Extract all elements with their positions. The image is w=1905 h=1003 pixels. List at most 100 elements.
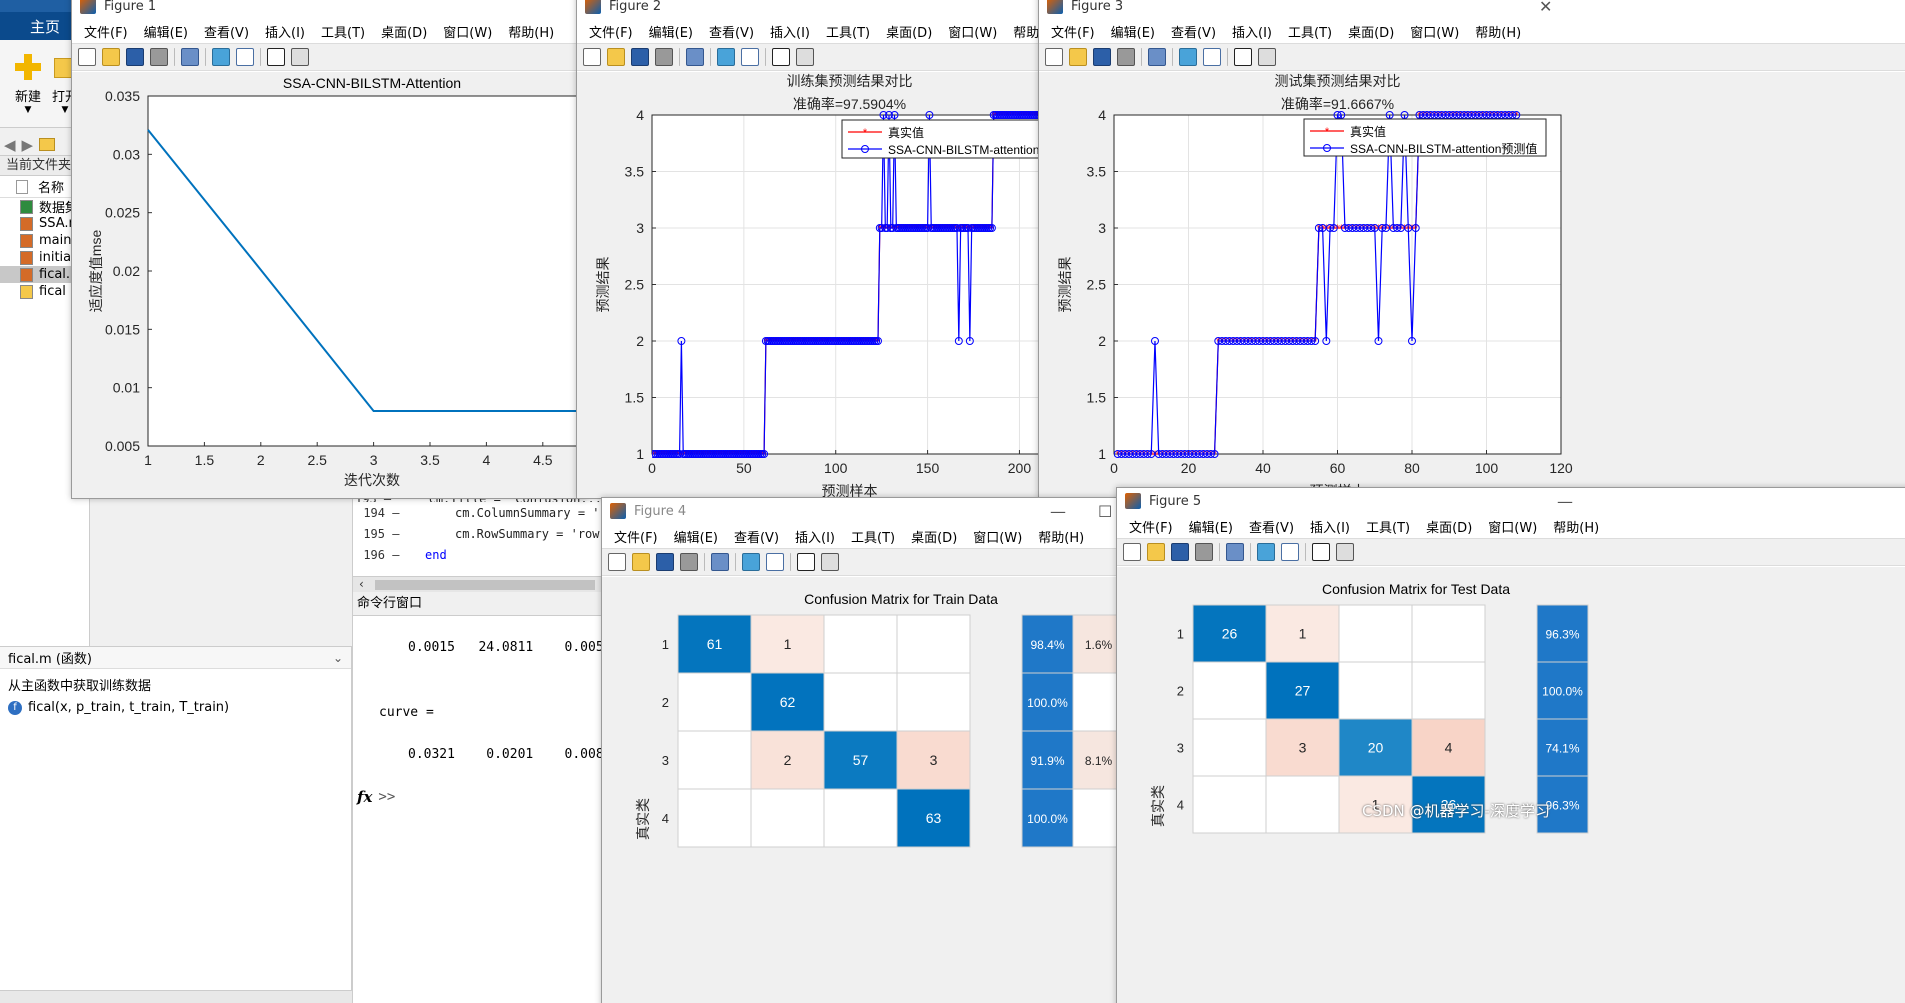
new-file-icon[interactable]: [608, 553, 626, 571]
print-icon[interactable]: [680, 553, 698, 571]
editor-line[interactable]: 196 — end: [353, 544, 602, 565]
menu-item[interactable]: 文件(F): [1121, 517, 1181, 536]
menu-item[interactable]: 编辑(E): [1103, 22, 1163, 41]
minimize-icon[interactable]: —: [1557, 492, 1573, 511]
legend-icon[interactable]: [236, 48, 254, 66]
pointer-icon[interactable]: [1312, 543, 1330, 561]
legend-icon[interactable]: [1203, 48, 1221, 66]
menu-item[interactable]: 窗口(W): [940, 22, 1005, 41]
menu-item[interactable]: 编辑(E): [641, 22, 701, 41]
save-icon[interactable]: [656, 553, 674, 571]
figure-2-window[interactable]: Figure 2 文件(F) 编辑(E) 查看(V) 插入(I) 工具(T) 桌面(D) 窗…: [576, 0, 1046, 499]
print-icon[interactable]: [1195, 543, 1213, 561]
figure-5-titlebar[interactable]: Figure 5 —: [1117, 488, 1905, 514]
menu-item[interactable]: 工具(T): [843, 527, 903, 546]
figure-4-titlebar[interactable]: Figure 4 — ☐: [602, 498, 1130, 524]
menu-item[interactable]: 查看(V): [196, 22, 257, 41]
menu-item[interactable]: 帮助(H): [500, 22, 562, 41]
zoom-icon[interactable]: [1148, 48, 1166, 66]
minimize-icon[interactable]: —: [1050, 502, 1066, 521]
menu-item[interactable]: 插入(I): [1224, 22, 1280, 41]
forward-arrow-icon[interactable]: ▶: [22, 136, 34, 154]
new-file-icon[interactable]: [1045, 48, 1063, 66]
menu-item[interactable]: 桌面(D): [1340, 22, 1402, 41]
command-window[interactable]: 命令行窗口 0.0015 24.0811 0.0055 curve = 0.03…: [352, 592, 612, 1003]
menu-item[interactable]: 帮助(H): [1030, 527, 1092, 546]
menu-item[interactable]: 窗口(W): [965, 527, 1030, 546]
maximize-icon[interactable]: ☐: [1098, 502, 1112, 521]
colorbar-icon[interactable]: [212, 48, 230, 66]
chevron-down-icon[interactable]: ⌄: [333, 651, 343, 665]
menu-item[interactable]: 查看(V): [1163, 22, 1224, 41]
menu-item[interactable]: 编辑(E): [136, 22, 196, 41]
pointer-icon[interactable]: [1234, 48, 1252, 66]
figure-1-titlebar[interactable]: Figure 1: [72, 0, 585, 19]
menu-item[interactable]: 查看(V): [726, 527, 787, 546]
menu-item[interactable]: 文件(F): [581, 22, 641, 41]
close-icon[interactable]: ✕: [1539, 0, 1552, 16]
menu-item[interactable]: 桌面(D): [373, 22, 435, 41]
print-icon[interactable]: [1117, 48, 1135, 66]
back-arrow-icon[interactable]: ◀: [4, 136, 16, 154]
up-folder-icon[interactable]: [39, 138, 56, 151]
save-icon[interactable]: [1171, 543, 1189, 561]
menu-item[interactable]: 工具(T): [1358, 517, 1418, 536]
pointer-icon[interactable]: [772, 48, 790, 66]
details-header[interactable]: fical.m (函数) ⌄: [0, 647, 351, 669]
new-file-icon[interactable]: [78, 48, 96, 66]
cmd-prompt-row[interactable]: fx >>: [357, 788, 395, 806]
editor-hscrollbar[interactable]: ‹: [353, 576, 602, 592]
figure-4-window[interactable]: Figure 4 — ☐ 文件(F) 编辑(E) 查看(V) 插入(I) 工具(T) 桌面…: [601, 497, 1131, 1003]
menu-item[interactable]: 窗口(W): [1402, 22, 1467, 41]
new-file-icon[interactable]: [1123, 543, 1141, 561]
menu-item[interactable]: 桌面(D): [1418, 517, 1480, 536]
property-icon[interactable]: [291, 48, 309, 66]
zoom-icon[interactable]: [181, 48, 199, 66]
save-icon[interactable]: [1093, 48, 1111, 66]
figure-5-window[interactable]: Figure 5 — 文件(F) 编辑(E) 查看(V) 插入(I) 工具(T) 桌面(D…: [1116, 487, 1905, 1003]
menu-item[interactable]: 编辑(E): [666, 527, 726, 546]
scrollbar-thumb[interactable]: [375, 580, 595, 590]
menu-item[interactable]: 工具(T): [818, 22, 878, 41]
pointer-icon[interactable]: [797, 553, 815, 571]
menu-item[interactable]: 桌面(D): [903, 527, 965, 546]
colorbar-icon[interactable]: [717, 48, 735, 66]
menu-item[interactable]: 窗口(W): [435, 22, 500, 41]
menu-item[interactable]: 查看(V): [1241, 517, 1302, 536]
zoom-icon[interactable]: [1226, 543, 1244, 561]
menu-item[interactable]: 窗口(W): [1480, 517, 1545, 536]
menu-item[interactable]: 插入(I): [787, 527, 843, 546]
legend-icon[interactable]: [741, 48, 759, 66]
menu-item[interactable]: 插入(I): [257, 22, 313, 41]
property-icon[interactable]: [1336, 543, 1354, 561]
menu-item[interactable]: 文件(F): [606, 527, 666, 546]
menu-item[interactable]: 文件(F): [1043, 22, 1103, 41]
open-folder-icon[interactable]: [632, 553, 650, 571]
open-folder-icon[interactable]: [607, 48, 625, 66]
save-icon[interactable]: [126, 48, 144, 66]
save-icon[interactable]: [631, 48, 649, 66]
menu-item[interactable]: 工具(T): [313, 22, 373, 41]
colorbar-icon[interactable]: [1257, 543, 1275, 561]
property-icon[interactable]: [821, 553, 839, 571]
zoom-icon[interactable]: [711, 553, 729, 571]
open-folder-icon[interactable]: [1069, 48, 1087, 66]
pointer-icon[interactable]: [267, 48, 285, 66]
property-icon[interactable]: [1258, 48, 1276, 66]
figure-1-window[interactable]: Figure 1 文件(F) 编辑(E) 查看(V) 插入(I) 工具(T) 桌面(D) 窗…: [71, 0, 586, 499]
menu-item[interactable]: 插入(I): [1302, 517, 1358, 536]
editor-line[interactable]: 194 — cm.ColumnSummary = ': [353, 502, 602, 523]
colorbar-icon[interactable]: [1179, 48, 1197, 66]
menu-item[interactable]: 查看(V): [701, 22, 762, 41]
scroll-left-icon[interactable]: ‹: [359, 577, 364, 591]
open-folder-icon[interactable]: [102, 48, 120, 66]
menu-item[interactable]: 编辑(E): [1181, 517, 1241, 536]
legend-icon[interactable]: [1281, 543, 1299, 561]
zoom-icon[interactable]: [686, 48, 704, 66]
print-icon[interactable]: [150, 48, 168, 66]
menu-item[interactable]: 帮助(H): [1545, 517, 1607, 536]
menu-item[interactable]: 文件(F): [76, 22, 136, 41]
details-signature-row[interactable]: f fical(x, p_train, t_train, T_train): [0, 694, 351, 721]
colorbar-icon[interactable]: [742, 553, 760, 571]
menu-item[interactable]: 桌面(D): [878, 22, 940, 41]
